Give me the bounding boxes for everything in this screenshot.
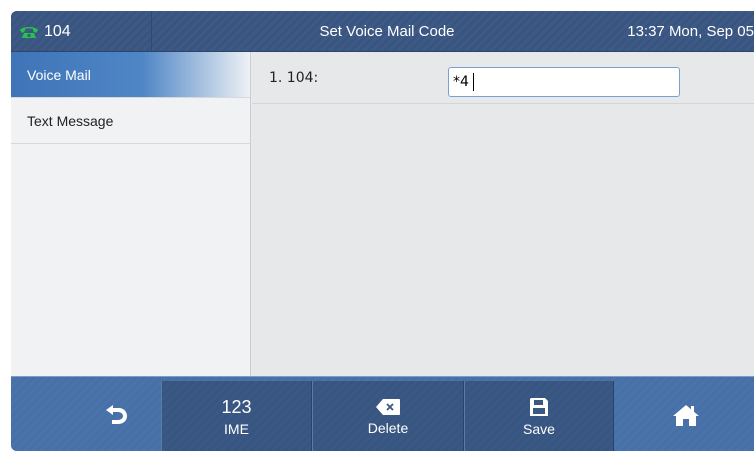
sidebar-item-voice-mail[interactable]: Voice Mail <box>11 52 250 98</box>
ime-mode-text: 123 <box>221 396 252 417</box>
sidebar: Voice Mail Text Message <box>11 52 251 376</box>
floppy-disk-icon <box>530 397 548 416</box>
save-label: Save <box>523 420 555 437</box>
home-button[interactable] <box>641 379 731 450</box>
list-item: 1. 104: <box>252 52 754 104</box>
settings-panel: 1. 104: <box>252 52 754 376</box>
save-button[interactable]: Save <box>464 381 614 451</box>
sidebar-item-label: Voice Mail <box>27 66 91 83</box>
phone-handset-icon <box>20 26 38 38</box>
ime-button[interactable]: 123 IME <box>161 381 312 451</box>
sidebar-item-label: Text Message <box>27 112 114 129</box>
back-arrow-icon <box>106 404 127 424</box>
phone-frame: 104 Set Voice Mail Code 13:37 Mon, Sep 0… <box>0 0 754 461</box>
phone-screen: 104 Set Voice Mail Code 13:37 Mon, Sep 0… <box>11 11 754 451</box>
delete-button[interactable]: Delete <box>312 381 464 451</box>
delete-label: Delete <box>367 419 409 436</box>
date-time: 13:37 Mon, Sep 05 <box>627 23 754 40</box>
backspace-icon <box>376 398 400 415</box>
home-icon <box>673 404 699 426</box>
status-bar: 104 Set Voice Mail Code 13:37 Mon, Sep 0… <box>11 11 754 52</box>
page-title: Set Voice Mail Code <box>319 23 455 40</box>
text-cursor <box>473 73 474 91</box>
back-button[interactable] <box>71 379 161 450</box>
account-number: 104 <box>44 22 71 40</box>
sidebar-item-text-message[interactable]: Text Message <box>11 98 250 144</box>
voice-mail-code-input[interactable] <box>448 67 680 97</box>
voice-mail-code-label: 1. 104: <box>269 70 319 86</box>
ime-label: IME <box>224 420 249 437</box>
softkey-bar: 123 IME Delete Save <box>11 376 754 451</box>
account-indicator[interactable]: 104 <box>11 11 152 52</box>
